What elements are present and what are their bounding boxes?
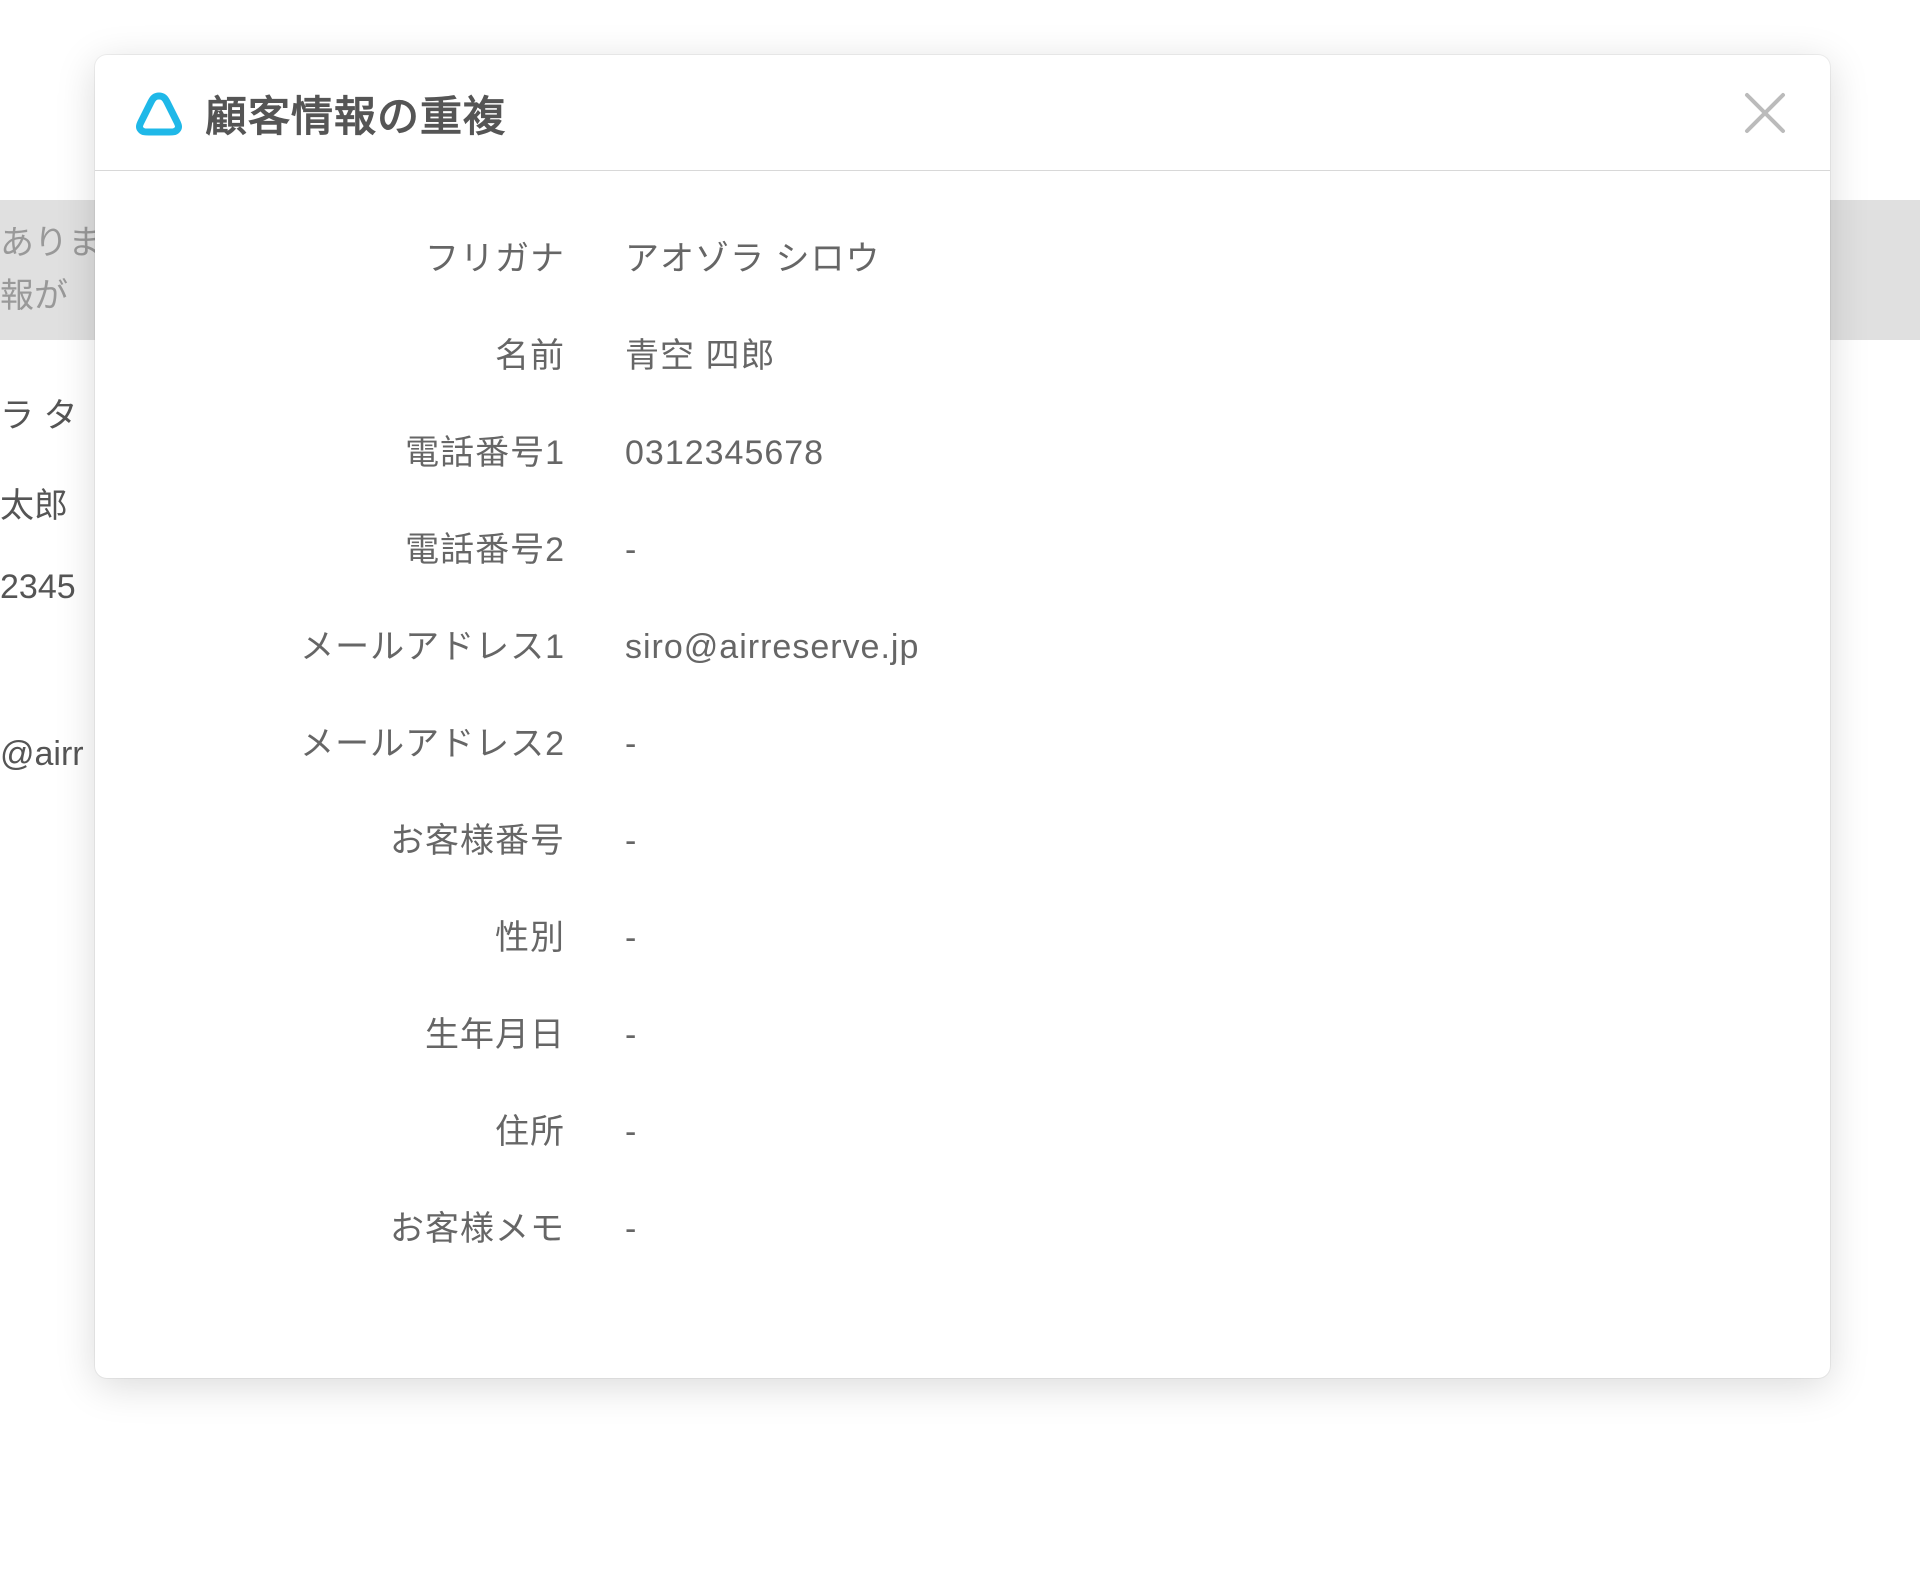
- field-value: -: [625, 1113, 637, 1152]
- field-value: 青空 四郎: [625, 328, 775, 377]
- background-text: ラ タ: [0, 388, 77, 437]
- field-value: -: [625, 531, 637, 570]
- info-row-birthdate: 生年月日 -: [135, 1007, 1790, 1056]
- field-label: 名前: [135, 328, 625, 377]
- info-row-name: 名前 青空 四郎: [135, 328, 1790, 377]
- info-row-address: 住所 -: [135, 1104, 1790, 1153]
- field-label: 生年月日: [135, 1007, 625, 1056]
- field-label: メールアドレス2: [135, 716, 625, 765]
- close-button[interactable]: [1740, 88, 1790, 138]
- field-value: -: [625, 725, 637, 764]
- app-logo-icon: [135, 90, 183, 138]
- background-text: @airr: [0, 735, 84, 774]
- field-label: 電話番号2: [135, 522, 625, 571]
- info-row-customer-number: お客様番号 -: [135, 813, 1790, 862]
- field-label: お客様メモ: [135, 1201, 625, 1250]
- modal-body: フリガナ アオゾラ シロウ 名前 青空 四郎 電話番号1 0312345678 …: [95, 171, 1830, 1378]
- field-value: アオゾラ シロウ: [625, 231, 880, 280]
- background-text: 太郎: [0, 478, 68, 527]
- field-label: お客様番号: [135, 813, 625, 862]
- modal-title: 顧客情報の重複: [205, 83, 506, 144]
- info-row-email1: メールアドレス1 siro@airreserve.jp: [135, 619, 1790, 668]
- modal-header: 顧客情報の重複: [95, 55, 1830, 171]
- field-value: -: [625, 919, 637, 958]
- field-value: siro@airreserve.jp: [625, 628, 919, 667]
- field-value: 0312345678: [625, 434, 824, 473]
- background-text: 報が: [0, 268, 68, 317]
- background-text: ありま: [0, 215, 102, 264]
- info-row-email2: メールアドレス2 -: [135, 716, 1790, 765]
- info-row-furigana: フリガナ アオゾラ シロウ: [135, 231, 1790, 280]
- duplicate-customer-modal: 顧客情報の重複 フリガナ アオゾラ シロウ 名前 青空 四郎 電話番号1 031…: [95, 55, 1830, 1378]
- field-value: -: [625, 822, 637, 861]
- field-label: メールアドレス1: [135, 619, 625, 668]
- close-icon: [1743, 91, 1787, 135]
- field-value: -: [625, 1016, 637, 1055]
- field-label: フリガナ: [135, 231, 625, 280]
- info-row-phone2: 電話番号2 -: [135, 522, 1790, 571]
- background-text: 2345: [0, 568, 76, 607]
- info-row-phone1: 電話番号1 0312345678: [135, 425, 1790, 474]
- field-label: 住所: [135, 1104, 625, 1153]
- info-row-gender: 性別 -: [135, 910, 1790, 959]
- field-value: -: [625, 1210, 637, 1249]
- field-label: 性別: [135, 910, 625, 959]
- field-label: 電話番号1: [135, 425, 625, 474]
- info-row-memo: お客様メモ -: [135, 1201, 1790, 1250]
